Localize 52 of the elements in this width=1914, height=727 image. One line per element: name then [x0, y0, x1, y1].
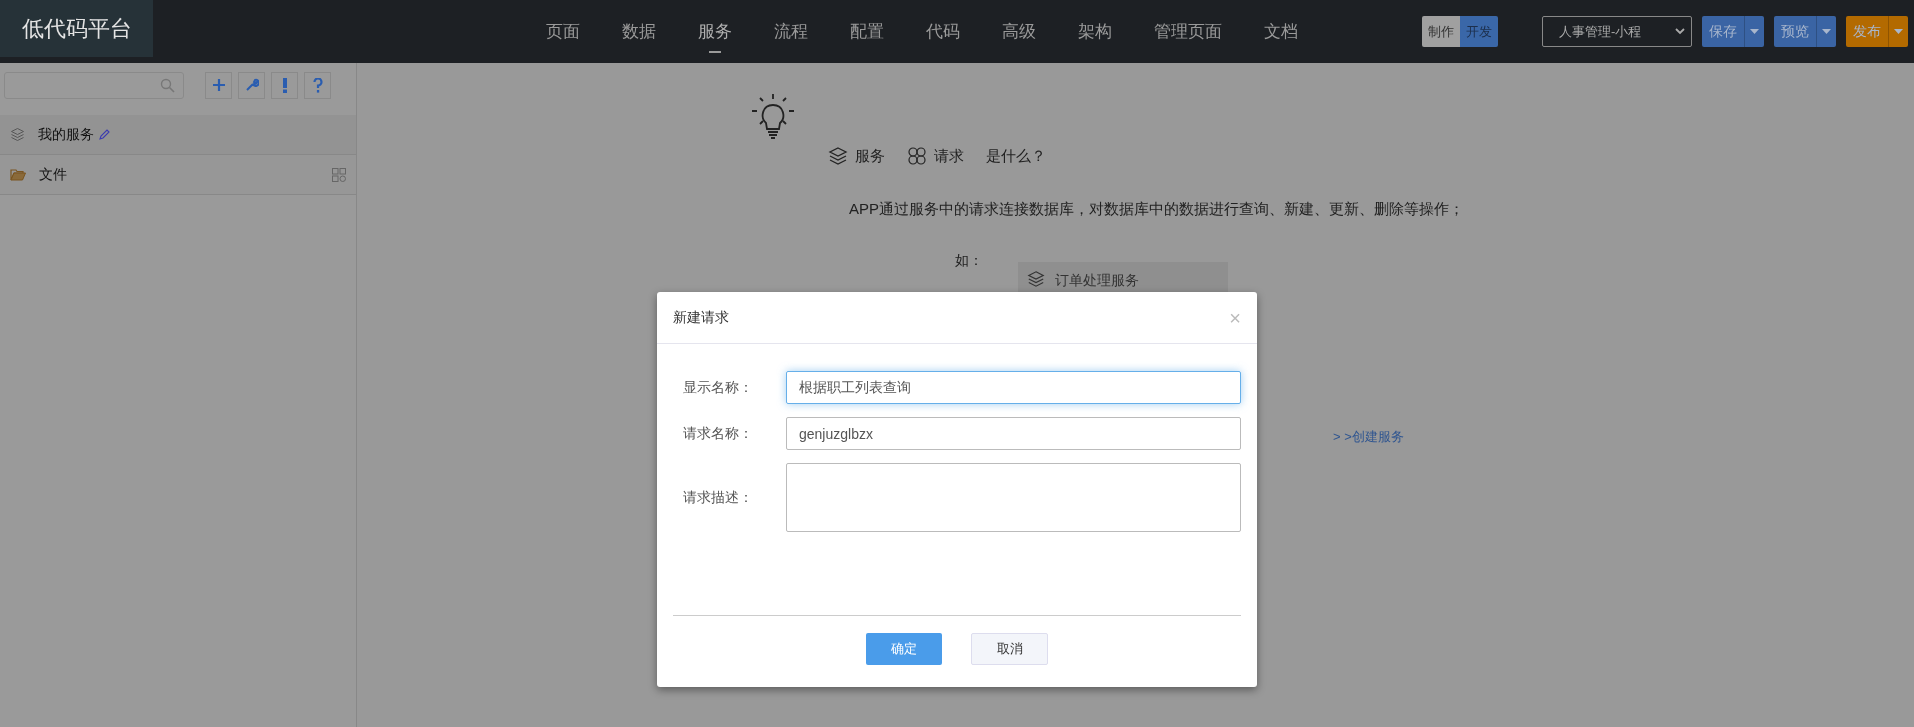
example-card-label: 订单处理服务 [1055, 271, 1139, 290]
field-label: 显示名称： [683, 378, 754, 397]
caret-icon [1822, 29, 1831, 34]
intro-term: 请求 [934, 146, 964, 166]
toolbar-button[interactable] [205, 71, 232, 99]
toolbar-button[interactable] [304, 71, 331, 99]
nav-tab[interactable]: 代码 [926, 8, 960, 55]
nav-tab[interactable]: 文档 [1264, 8, 1298, 55]
logo: 低代码平台 [0, 0, 153, 57]
nav-tab[interactable]: 流程 [774, 8, 808, 55]
sidebar-item[interactable]: 我的服务 [0, 115, 356, 155]
project-select[interactable]: 人事管理-小程 [1542, 16, 1692, 47]
help-icon [312, 77, 323, 93]
caret-icon [1894, 29, 1903, 34]
search-field[interactable] [4, 71, 184, 99]
intro-description: APP通过服务中的请求连接数据库，对数据库中的数据进行查询、新建、更新、删除等操作； [849, 198, 1465, 219]
nav-tab[interactable]: 高级 [1002, 8, 1036, 55]
nav-tab[interactable]: 管理页面 [1154, 8, 1222, 55]
description-field[interactable] [786, 463, 1241, 532]
nav-tab[interactable]: 数据 [622, 8, 656, 55]
caret-icon [1750, 29, 1759, 34]
nav-tab[interactable]: 服务 [698, 8, 732, 55]
cancel-button[interactable]: 取消 [971, 632, 1048, 665]
layers-icon [10, 127, 25, 142]
toolbar-button[interactable] [271, 71, 298, 99]
toolbar-button[interactable] [238, 71, 265, 99]
nav-tab[interactable]: 配置 [850, 8, 884, 55]
layers-icon [1026, 270, 1046, 288]
input-field[interactable]: 根据职工列表查询 [786, 371, 1241, 404]
sidebar-item-label: 文件 [39, 165, 67, 184]
nav-tab[interactable]: 页面 [546, 8, 580, 55]
intro-question: 是什么？ [986, 146, 1046, 166]
clover-icon [907, 146, 927, 167]
field-label: 请求名称： [683, 424, 754, 443]
folder-icon [10, 168, 26, 181]
sidebar-item-label: 我的服务 [38, 125, 94, 144]
plus-icon [211, 78, 226, 92]
chevron-down-icon [1675, 28, 1685, 35]
wrench-icon [244, 78, 259, 92]
lightbulb-icon [752, 93, 794, 141]
nav-tab[interactable]: 架构 [1078, 8, 1112, 55]
mode-toggle-option[interactable]: 制作 [1422, 16, 1460, 47]
exclamation-icon [281, 77, 288, 93]
layers-icon [828, 146, 848, 167]
input-field[interactable]: genjuzglbzx [786, 417, 1241, 450]
dialog-title: 新建请求 [673, 308, 729, 327]
pencil-icon[interactable] [99, 129, 110, 140]
field-label: 请求描述： [683, 488, 754, 507]
intro-term: 服务 [855, 146, 885, 166]
grid-icon[interactable] [332, 167, 346, 182]
search-icon [160, 77, 175, 93]
example-label: 如： [955, 251, 983, 270]
